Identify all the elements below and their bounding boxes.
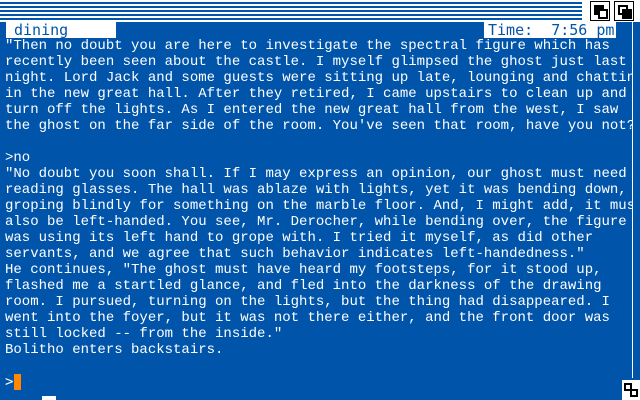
story-line: flashed me a startled glance, and fled i… — [5, 278, 602, 294]
story-line: He continues, "The ghost must have heard… — [5, 262, 602, 278]
story-line — [5, 134, 625, 150]
story-line: room. I pursued, turning on the lights, … — [5, 294, 610, 310]
story-line: Bolitho enters backstairs. — [5, 342, 224, 358]
story-line: night. Lord Jack and some guests were si… — [5, 70, 640, 86]
status-room-name: dining room — [6, 22, 116, 54]
window-title-bar[interactable] — [0, 0, 640, 22]
story-line: in the new great hall. After they retire… — [5, 86, 627, 102]
title-bar-stripes — [0, 2, 582, 20]
story-line: servants, and we agree that such behavio… — [5, 246, 585, 262]
story-line: groping blindly for something on the mar… — [5, 198, 640, 214]
status-time: Time: 7:56 pm — [484, 22, 616, 38]
window-right-border — [632, 22, 640, 378]
story-line: also be left-handed. You see, Mr. Deroch… — [5, 214, 627, 230]
story-line: the ghost on the far side of the room. Y… — [5, 118, 640, 134]
text-cursor[interactable] — [14, 374, 21, 390]
story-line: reading glasses. The hall was ablaze wit… — [5, 182, 627, 198]
bottom-edge-mark — [42, 396, 56, 400]
command-prompt: > — [5, 374, 14, 390]
depth-front-gadget-icon[interactable] — [614, 1, 634, 21]
story-line: recently been seen about the castle. I m… — [5, 54, 627, 70]
story-line: turn off the lights. As I entered the ne… — [5, 102, 619, 118]
window-resize-gadget-icon[interactable] — [622, 380, 640, 400]
story-line: still locked -- from the inside." — [5, 326, 283, 342]
story-line: "No doubt you soon shall. If I may expre… — [5, 166, 627, 182]
story-line: was using its left hand to grope with. I… — [5, 230, 594, 246]
player-command-line: >no — [5, 150, 31, 166]
depth-back-gadget-icon[interactable] — [590, 1, 610, 21]
story-line: went into the foyer, but it was not ther… — [5, 310, 610, 326]
story-transcript: "Then no doubt you are here to investiga… — [5, 38, 640, 358]
story-line: "Then no doubt you are here to investiga… — [5, 38, 610, 54]
